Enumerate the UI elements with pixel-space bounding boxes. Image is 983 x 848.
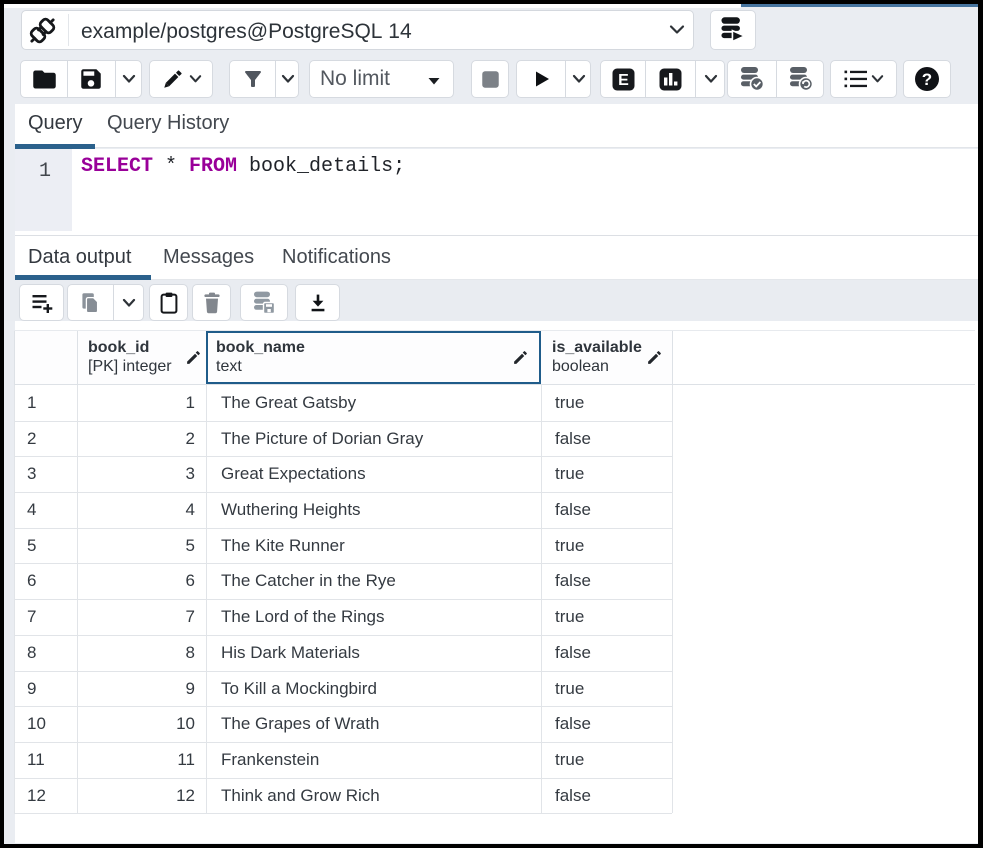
svg-text:?: ? [922, 70, 932, 89]
svg-text:E: E [618, 72, 629, 89]
